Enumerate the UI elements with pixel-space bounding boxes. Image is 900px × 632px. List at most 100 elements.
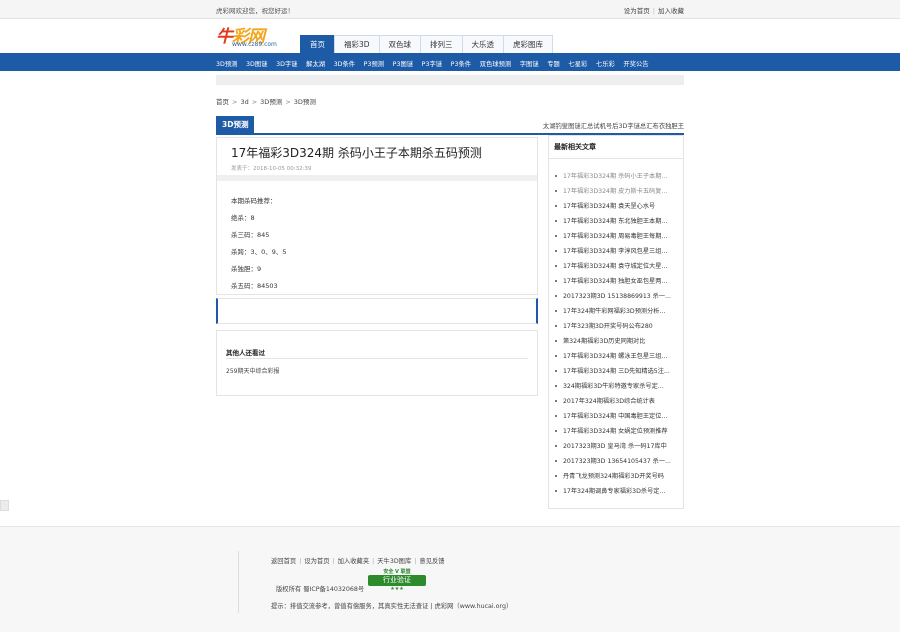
footer-link-gallery[interactable]: 天牛3D图库 — [377, 558, 411, 565]
bullet-icon — [555, 430, 557, 432]
bullet-icon — [555, 190, 557, 192]
list-item[interactable]: 2017年324期福彩3D综合统计表 — [555, 394, 679, 409]
list-item[interactable]: 17年福彩3D324期 袁天罡心水号 — [555, 199, 679, 214]
subnav-item[interactable]: P3图谜 — [393, 59, 413, 68]
section-bar: 3D预测 太湖钓叟 图谜汇总 试机号后 3D字谜总汇 布衣独胆王 — [216, 116, 684, 135]
subnav-item[interactable]: 专题 — [547, 59, 560, 68]
list-item[interactable]: 2017323期3D 皇马湾 杀一码17库中 — [555, 439, 679, 454]
nav-home[interactable]: 首页 — [300, 35, 334, 53]
subnav-item[interactable]: P3预测 — [364, 59, 384, 68]
list-item[interactable]: 17年福彩3D324期 周易毒胆王每期... — [555, 229, 679, 244]
bullet-icon — [555, 400, 557, 402]
list-item[interactable]: 17年福彩3D324期 三D先知精选5注... — [555, 364, 679, 379]
bullet-icon — [555, 235, 557, 237]
subnav-item[interactable]: 3D预测 — [216, 59, 237, 68]
footer-link-set-home[interactable]: 设为首页 — [304, 558, 329, 565]
side-float-tab[interactable] — [0, 500, 9, 511]
subnav-item[interactable]: 七乐彩 — [596, 59, 615, 68]
list-item[interactable]: 324期福彩3D牛彩特邀专家杀号定... — [555, 379, 679, 394]
article-line: 杀跨：3、0、9、5 — [231, 248, 287, 256]
section-tabs: 太湖钓叟 图谜汇总 试机号后 3D字谜总汇 布衣独胆王 — [543, 121, 684, 130]
subnav-item[interactable]: 3D图谜 — [246, 59, 267, 68]
list-item[interactable]: 17年福彩3D324期 女娲定位预测推荐 — [555, 424, 679, 439]
breadcrumb-3d[interactable]: 3d — [240, 98, 248, 106]
list-item[interactable]: 第324期福彩3D历史同期对比 — [555, 334, 679, 349]
subnav-item[interactable]: 七星彩 — [568, 59, 587, 68]
list-item[interactable]: 17年324期调鼻专家福彩3D杀号定... — [555, 484, 679, 499]
article-line: 杀独胆：9 — [231, 265, 262, 273]
bullet-icon — [555, 250, 557, 252]
bullet-icon — [555, 490, 557, 492]
set-home-link[interactable]: 设为首页 — [624, 7, 650, 15]
divider — [238, 551, 239, 613]
section-tab-link[interactable]: 布衣独胆王 — [653, 121, 684, 130]
list-item[interactable]: 17年福彩3D324期 东北独胆王本期... — [555, 214, 679, 229]
list-item[interactable]: 17年福彩3D324期 皮力斯卡五码复... — [555, 184, 679, 199]
subnav-item[interactable]: 开奖公告 — [623, 59, 648, 68]
list-item[interactable]: 17年福彩3D324期 中国毒胆王定位... — [555, 409, 679, 424]
list-item[interactable]: 2017323期3D 15138869913 杀一... — [555, 289, 679, 304]
article-title: 17年福彩3D324期 杀码小王子本期杀五码预测 — [231, 146, 482, 160]
subnav-item[interactable]: 3D字谜 — [276, 59, 297, 68]
bullet-icon — [555, 280, 557, 282]
subnav-item[interactable]: 解太湖 — [306, 59, 325, 68]
article: 17年福彩3D324期 杀码小王子本期杀五码预测 发表于：2018-10-05 … — [216, 137, 538, 295]
nav-fc3d[interactable]: 福彩3D — [334, 35, 379, 53]
ad-box — [216, 298, 538, 324]
top-bar: 虎彩网欢迎您，祝您好运！ 设为首页 | 加入收藏 — [0, 0, 900, 19]
section-tab-link[interactable]: 试机号后 — [593, 121, 618, 130]
site-logo[interactable]: 牛彩网 www.cz89.com — [216, 22, 296, 52]
bullet-icon — [555, 460, 557, 462]
list-item[interactable]: 17年323期3D开奖号码公布280 — [555, 319, 679, 334]
footer-links: 返回首页 | 设为首页 | 加入收藏夹 | 天牛3D图库 | 意见反馈 — [271, 558, 445, 565]
list-item[interactable]: 17年福彩3D324期 独胆女巫包星两... — [555, 274, 679, 289]
verified-badge[interactable]: 安全 V 联盟 行业验证 ★★★ — [368, 568, 426, 592]
footer-link-favorite[interactable]: 加入收藏夹 — [338, 558, 369, 565]
subnav-item[interactable]: 3D条件 — [334, 59, 355, 68]
bullet-icon — [555, 445, 557, 447]
subnav-item[interactable]: 双色球预测 — [480, 59, 511, 68]
footer-tip: 提示：排值交流参考，曾值有偿服务，其真实性无法查证 | 虎彩网（www.huca… — [271, 603, 513, 610]
list-item[interactable]: 17年福彩3D324期 袁守城定位大星... — [555, 259, 679, 274]
also-viewed-item[interactable]: 259期天中综合彩报 — [226, 366, 279, 375]
breadcrumb: 首页 >3d >3D预测 >3D预测 — [216, 98, 316, 106]
nav-gallery[interactable]: 虎彩图库 — [503, 35, 554, 53]
list-item[interactable]: 17年福彩3D324期 杀码小王子本期... — [555, 169, 679, 184]
footer-link-home[interactable]: 返回首页 — [271, 558, 296, 565]
list-item[interactable]: 丹青飞龙预测324期福彩3D开奖号码 — [555, 469, 679, 484]
nav-dlt[interactable]: 大乐透 — [461, 35, 504, 53]
section-tab-link[interactable]: 3D字谜总汇 — [618, 121, 652, 130]
subnav-item[interactable]: P3字谜 — [422, 59, 442, 68]
breadcrumb-home[interactable]: 首页 — [216, 98, 229, 106]
icp-text: 版权所有 蜀ICP备14032068号 — [276, 586, 365, 593]
related-list: 17年福彩3D324期 杀码小王子本期... 17年福彩3D324期 皮力斯卡五… — [555, 169, 679, 499]
footer: 返回首页 | 设为首页 | 加入收藏夹 | 天牛3D图库 | 意见反馈 版权所有 蜀ICP备14… — [0, 526, 900, 632]
main-nav: 首页 福彩3D 双色球 排列三 大乐透 虎彩图库 — [300, 35, 554, 53]
subnav-item[interactable]: P3条件 — [451, 59, 471, 68]
nav-pl3[interactable]: 排列三 — [420, 35, 462, 53]
article-line: 杀五码：84503 — [231, 282, 278, 290]
article-date: 发表于：2018-10-05 00:32:39 — [231, 166, 312, 172]
list-item[interactable]: 17年福彩3D324期 李淳风包星三组... — [555, 244, 679, 259]
section-tab-link[interactable]: 太湖钓叟 — [543, 121, 568, 130]
top-links: 设为首页 | 加入收藏 — [623, 7, 684, 15]
header: 牛彩网 www.cz89.com 首页 福彩3D 双色球 排列三 大乐透 虎彩图… — [0, 19, 900, 53]
list-item[interactable]: 2017323期3D 13654105437 杀一... — [555, 454, 679, 469]
banner-placeholder — [216, 75, 684, 85]
divider — [549, 158, 683, 159]
section-title[interactable]: 3D预测 — [216, 116, 255, 133]
bullet-icon — [555, 340, 557, 342]
bullet-icon — [555, 205, 557, 207]
nav-ssq[interactable]: 双色球 — [378, 35, 421, 53]
breadcrumb-category[interactable]: 3D预测 — [260, 98, 282, 106]
footer-link-feedback[interactable]: 意见反馈 — [419, 558, 444, 565]
related-articles: 最新相关文章 17年福彩3D324期 杀码小王子本期... 17年福彩3D324… — [548, 135, 684, 509]
list-item[interactable]: 17年324期牛彩网福彩3D预测分析... — [555, 304, 679, 319]
list-item[interactable]: 17年福彩3D324期 螺泳王包星三组... — [555, 349, 679, 364]
add-favorite-link[interactable]: 加入收藏 — [658, 7, 684, 15]
section-tab-link[interactable]: 图谜汇总 — [568, 121, 593, 130]
badge-main-text: 行业验证 — [368, 575, 426, 586]
bullet-icon — [555, 310, 557, 312]
logo-domain: www.cz89.com — [232, 41, 277, 48]
subnav-item[interactable]: 字图谜 — [520, 59, 539, 68]
